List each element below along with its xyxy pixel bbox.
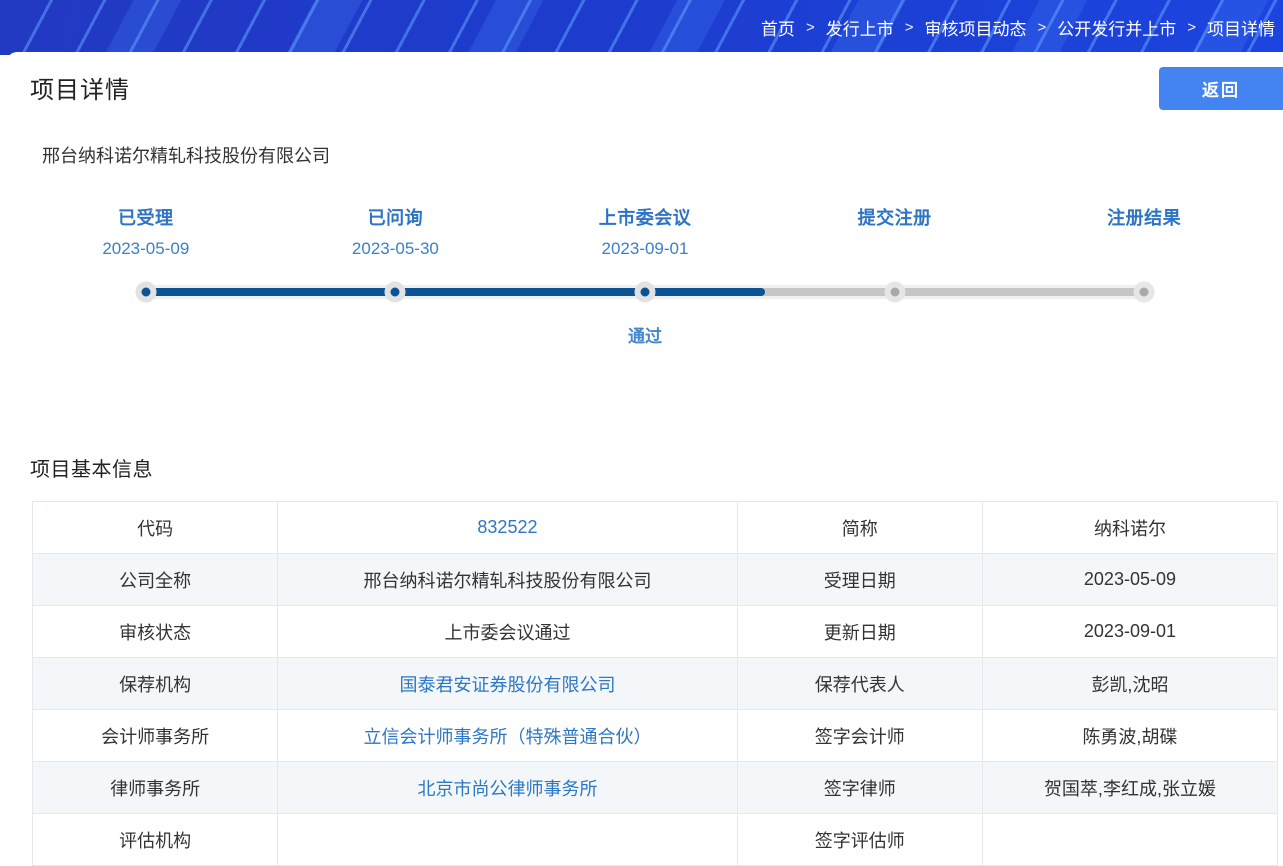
info-value-cell <box>278 814 737 866</box>
step-note-cell <box>21 322 271 347</box>
step-result-note <box>770 322 1020 342</box>
step-label: 上市委会议 <box>520 204 770 230</box>
step-dot-done <box>635 282 656 303</box>
info-label-cell: 签字评估师 <box>737 814 982 866</box>
top-banner: 首页 > 发行上市 > 审核项目动态 > 公开发行并上市 > 项目详情 <box>0 0 1283 55</box>
step-dot-done <box>385 282 406 303</box>
page-title: 项目详情 <box>30 70 1283 105</box>
timeline-step: 提交注册 <box>770 204 1020 259</box>
info-value-cell <box>982 814 1277 866</box>
step-dot-pending <box>1134 282 1155 303</box>
breadcrumb-item[interactable]: 审核项目动态 <box>924 15 1026 40</box>
basic-info-table: 代码832522简称纳科诺尔公司全称邢台纳科诺尔精轧科技股份有限公司受理日期20… <box>32 501 1278 866</box>
info-label-cell: 保荐机构 <box>33 658 278 710</box>
company-name: 邢台纳科诺尔精轧科技股份有限公司 <box>42 142 1283 168</box>
breadcrumb-item[interactable]: 首页 <box>761 15 795 40</box>
breadcrumb-separator: > <box>905 19 914 36</box>
info-label-cell: 签字律师 <box>737 762 982 814</box>
step-date <box>770 239 1020 259</box>
table-row: 评估机构 签字评估师 <box>33 814 1278 866</box>
timeline-labels: 已受理 2023-05-09已问询 2023-05-30 上市委会议 2023-09-0… <box>21 204 1269 259</box>
step-date: 2023-05-09 <box>21 239 271 259</box>
timeline-step: 已问询 2023-05-30 <box>271 204 521 259</box>
timeline-notes: 通过 <box>21 322 1269 347</box>
breadcrumb-item[interactable]: 公开发行并上市 <box>1057 15 1176 40</box>
page-header: 项目详情 返回 <box>7 52 1283 105</box>
info-label-cell: 会计师事务所 <box>33 710 278 762</box>
step-note-cell <box>770 322 1020 347</box>
timeline-step: 注册结果 <box>1019 204 1269 259</box>
info-value-cell: 贺国萃,李红成,张立媛 <box>982 762 1277 814</box>
table-row: 审核状态上市委会议通过更新日期2023-09-01 <box>33 606 1278 658</box>
info-label-cell: 简称 <box>737 502 982 554</box>
step-date: 2023-05-30 <box>271 239 521 259</box>
breadcrumb-item[interactable]: 项目详情 <box>1207 15 1275 40</box>
step-dot-done <box>135 282 156 303</box>
review-timeline: 已受理 2023-05-09已问询 2023-05-30 上市委会议 2023-09-0… <box>21 204 1269 347</box>
step-label: 已问询 <box>271 204 521 230</box>
info-value-cell: 上市委会议通过 <box>278 606 737 658</box>
info-value-cell: 邢台纳科诺尔精轧科技股份有限公司 <box>278 554 737 606</box>
info-value-cell: 纳科诺尔 <box>982 502 1277 554</box>
step-label: 已受理 <box>21 204 271 230</box>
timeline-track <box>21 273 1269 311</box>
basic-info-table-body: 代码832522简称纳科诺尔公司全称邢台纳科诺尔精轧科技股份有限公司受理日期20… <box>33 502 1278 866</box>
step-dot-pending <box>884 282 905 303</box>
timeline-progress <box>146 288 765 296</box>
timeline-step: 已受理 2023-05-09 <box>21 204 271 259</box>
info-label-cell: 更新日期 <box>737 606 982 658</box>
info-label-cell: 审核状态 <box>33 606 278 658</box>
step-note-cell: 通过 <box>520 322 770 347</box>
info-label-cell: 签字会计师 <box>737 710 982 762</box>
step-result-note <box>1019 322 1269 342</box>
timeline-step: 上市委会议 2023-09-01 <box>520 204 770 259</box>
table-row: 律师事务所北京市尚公律师事务所签字律师贺国萃,李红成,张立媛 <box>33 762 1278 814</box>
back-button[interactable]: 返回 <box>1159 67 1283 110</box>
table-row: 保荐机构国泰君安证券股份有限公司保荐代表人彭凯,沈昭 <box>33 658 1278 710</box>
table-row: 公司全称邢台纳科诺尔精轧科技股份有限公司受理日期2023-05-09 <box>33 554 1278 606</box>
step-label: 提交注册 <box>770 204 1020 230</box>
info-value-link[interactable]: 北京市尚公律师事务所 <box>278 762 737 814</box>
breadcrumb-separator: > <box>1187 19 1196 36</box>
breadcrumb-item[interactable]: 发行上市 <box>826 15 894 40</box>
info-label-cell: 评估机构 <box>33 814 278 866</box>
step-result-note <box>271 322 521 342</box>
table-row: 代码832522简称纳科诺尔 <box>33 502 1278 554</box>
step-date: 2023-09-01 <box>520 239 770 259</box>
info-value-cell: 2023-09-01 <box>982 606 1277 658</box>
info-value-cell: 彭凯,沈昭 <box>982 658 1277 710</box>
step-note-cell <box>271 322 521 347</box>
info-value-cell: 陈勇波,胡碟 <box>982 710 1277 762</box>
info-value-link[interactable]: 832522 <box>278 502 737 554</box>
step-note-cell <box>1019 322 1269 347</box>
info-value-cell: 2023-05-09 <box>982 554 1277 606</box>
content-card: 项目详情 返回 邢台纳科诺尔精轧科技股份有限公司 已受理2023-05-09已问… <box>7 52 1283 866</box>
info-value-link[interactable]: 立信会计师事务所（特殊普通合伙） <box>278 710 737 762</box>
info-label-cell: 代码 <box>33 502 278 554</box>
info-value-link[interactable]: 国泰君安证券股份有限公司 <box>278 658 737 710</box>
step-date <box>1019 239 1269 259</box>
breadcrumb-separator: > <box>1037 19 1046 36</box>
breadcrumb-separator: > <box>806 19 815 36</box>
table-row: 会计师事务所立信会计师事务所（特殊普通合伙）签字会计师陈勇波,胡碟 <box>33 710 1278 762</box>
section-title-basic-info: 项目基本信息 <box>30 453 1283 482</box>
info-label-cell: 律师事务所 <box>33 762 278 814</box>
step-result-note <box>21 322 271 342</box>
info-label-cell: 保荐代表人 <box>737 658 982 710</box>
step-result-note: 通过 <box>520 322 770 347</box>
breadcrumb: 首页 > 发行上市 > 审核项目动态 > 公开发行并上市 > 项目详情 <box>761 15 1275 40</box>
step-label: 注册结果 <box>1019 204 1269 230</box>
info-label-cell: 公司全称 <box>33 554 278 606</box>
info-label-cell: 受理日期 <box>737 554 982 606</box>
